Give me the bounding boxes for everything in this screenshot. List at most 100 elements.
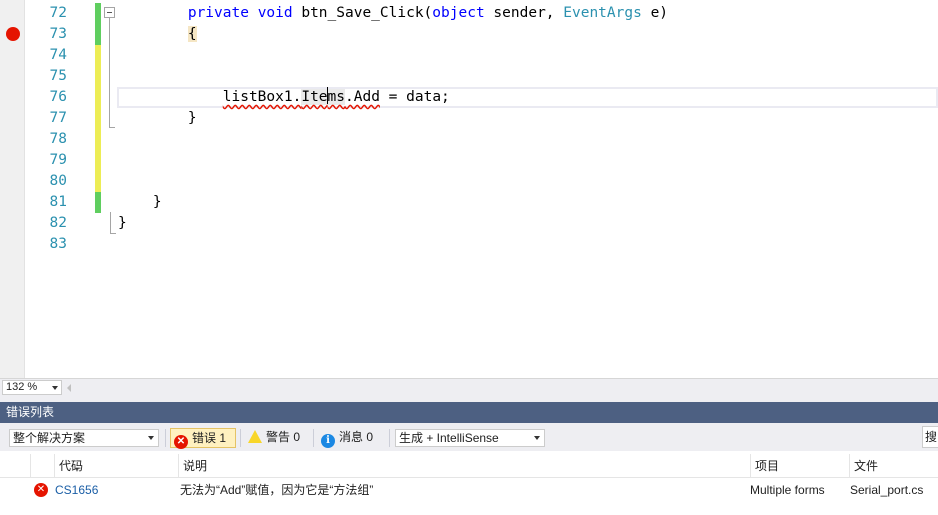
- change-indicator: [95, 87, 101, 108]
- fold-guide: [109, 18, 110, 128]
- error-table: ▾ 代码 说明 项目 文件 ✕ CS1656 无法为“Add”赋值，因为它是“方…: [0, 451, 938, 515]
- column-header-severity[interactable]: [0, 454, 30, 478]
- code-text: {: [118, 24, 197, 45]
- zoom-value: 132 %: [6, 381, 38, 393]
- code-token: object: [432, 5, 485, 21]
- error-list-panel: 错误列表 整个解决方案 ✕ 错误 1 警告 0 i 消息 0 生成 + Intell…: [0, 396, 938, 515]
- error-icon: ✕: [174, 435, 188, 449]
- code-text: private void btn_Save_Click(object sende…: [118, 3, 668, 24]
- code-token: .Add: [345, 89, 380, 105]
- change-indicator: [95, 108, 101, 129]
- code-token: {: [187, 26, 197, 42]
- code-line[interactable]: 79: [0, 150, 938, 171]
- code-line[interactable]: 73 {: [0, 24, 938, 45]
- code-line[interactable]: 74: [0, 45, 938, 66]
- line-number: 83: [49, 236, 67, 252]
- messages-filter-label: 消息 0: [339, 430, 374, 444]
- change-indicator: [95, 150, 101, 171]
- warnings-filter-label: 警告 0: [266, 430, 301, 444]
- source-filter-select[interactable]: 生成 + IntelliSense: [395, 429, 545, 447]
- line-number: 78: [49, 131, 67, 147]
- collapse-toggle-icon[interactable]: [104, 7, 115, 18]
- chevron-down-icon: [534, 436, 540, 440]
- code-token: void: [257, 5, 293, 21]
- code-token: }: [118, 110, 197, 126]
- line-number: 81: [49, 194, 67, 210]
- code-line[interactable]: 82}: [0, 213, 938, 234]
- errors-filter-button[interactable]: ✕ 错误 1: [170, 428, 236, 449]
- code-token: Items: [301, 87, 346, 105]
- code-line[interactable]: 72 private void btn_Save_Click(object se…: [0, 3, 938, 24]
- fold-guide-outer: [110, 212, 111, 234]
- change-indicator: [95, 3, 101, 24]
- editor-zoom-bar: 132 %: [0, 378, 938, 396]
- code-line[interactable]: 80: [0, 171, 938, 192]
- scroll-left-icon[interactable]: [67, 384, 71, 392]
- code-token: e): [641, 5, 669, 21]
- info-icon: i: [321, 434, 335, 448]
- table-row[interactable]: ✕ CS1656 无法为“Add”赋值，因为它是“方法组” Multiple f…: [0, 479, 938, 501]
- table-header: ▾ 代码 说明 项目 文件: [0, 454, 938, 478]
- change-indicator: [95, 66, 101, 87]
- panel-title[interactable]: 错误列表: [0, 402, 938, 423]
- code-text: listBox1.Items.Add = data;: [118, 87, 450, 108]
- line-number: 76: [49, 89, 67, 105]
- error-code-link[interactable]: CS1656: [55, 479, 98, 501]
- line-number: 74: [49, 47, 67, 63]
- change-indicator: [95, 45, 101, 66]
- chevron-down-icon: [52, 386, 58, 390]
- error-list-toolbar: 整个解决方案 ✕ 错误 1 警告 0 i 消息 0 生成 + IntelliSens…: [0, 423, 938, 451]
- code-line[interactable]: 81 }: [0, 192, 938, 213]
- toolbar-divider: [313, 429, 314, 447]
- chevron-down-icon: [148, 436, 154, 440]
- warnings-filter-button[interactable]: 警告 0: [245, 428, 309, 448]
- code-text: }: [118, 108, 197, 129]
- code-text: }: [118, 213, 127, 234]
- error-project: Multiple forms: [750, 483, 825, 497]
- search-placeholder: 搜: [925, 430, 938, 444]
- column-header-filter[interactable]: ▾: [30, 454, 79, 478]
- code-token: }: [118, 194, 162, 210]
- line-number: 75: [49, 68, 67, 84]
- code-editor[interactable]: 72 private void btn_Save_Click(object se…: [0, 0, 938, 378]
- code-line[interactable]: 75: [0, 66, 938, 87]
- code-token: }: [118, 215, 127, 231]
- code-token: = data;: [379, 89, 450, 105]
- code-line[interactable]: 83: [0, 234, 938, 255]
- toolbar-divider: [389, 429, 390, 447]
- line-number: 82: [49, 215, 67, 231]
- toolbar-divider: [165, 429, 166, 447]
- code-line[interactable]: 76 listBox1.Items.Add = data;: [0, 87, 938, 108]
- code-token: EventArgs: [563, 5, 642, 21]
- errors-filter-label: 错误 1: [192, 431, 227, 445]
- search-input[interactable]: 搜: [922, 426, 938, 448]
- code-line[interactable]: 77 }: [0, 108, 938, 129]
- fold-guide-end: [109, 127, 115, 128]
- change-indicator: [95, 192, 101, 213]
- line-number: 73: [49, 26, 67, 42]
- line-number: 80: [49, 173, 67, 189]
- change-indicator: [95, 129, 101, 150]
- source-filter-value: 生成 + IntelliSense: [399, 431, 499, 445]
- warning-icon: [248, 430, 262, 443]
- zoom-select[interactable]: 132 %: [2, 380, 62, 395]
- error-description: 无法为“Add”赋值，因为它是“方法组”: [180, 483, 374, 497]
- change-indicator: [95, 24, 101, 45]
- code-text: }: [118, 192, 162, 213]
- column-header-description[interactable]: 说明: [178, 454, 750, 478]
- column-header-file[interactable]: 文件: [849, 454, 938, 478]
- code-line[interactable]: 78: [0, 129, 938, 150]
- scope-value: 整个解决方案: [13, 431, 86, 445]
- text-caret: [327, 87, 329, 104]
- scope-select[interactable]: 整个解决方案: [9, 429, 159, 447]
- messages-filter-button[interactable]: i 消息 0: [318, 428, 384, 448]
- code-token: btn_Save_Click(: [292, 5, 433, 21]
- change-indicator: [95, 171, 101, 192]
- fold-guide-outer-end: [110, 233, 116, 234]
- column-header-code[interactable]: 代码: [54, 454, 178, 478]
- column-header-project[interactable]: 项目: [750, 454, 849, 478]
